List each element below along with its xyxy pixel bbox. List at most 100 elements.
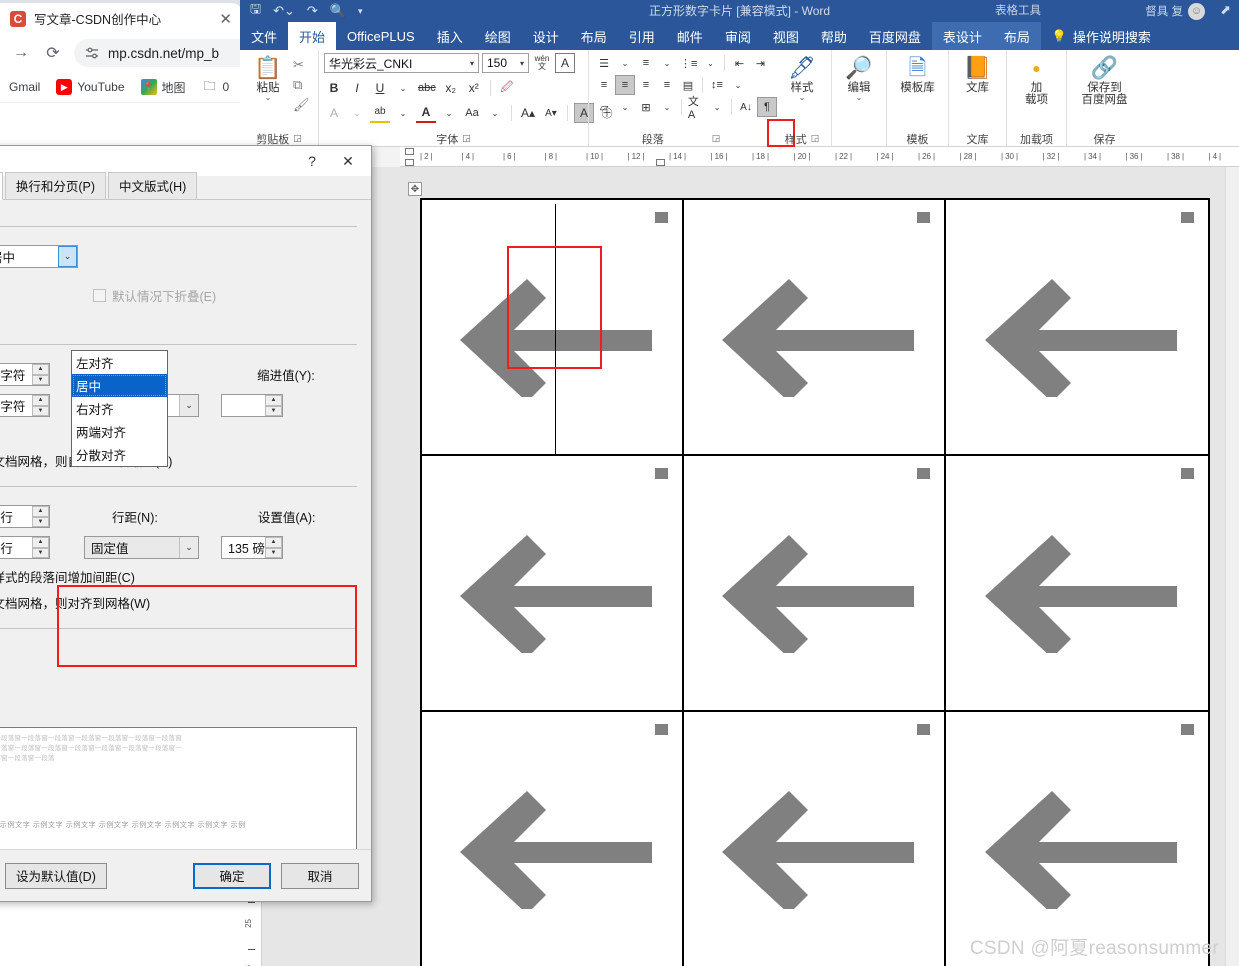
ribbon-tab-baidu-netdisk[interactable]: 百度网盘 (858, 22, 932, 50)
ribbon-tab-references[interactable]: 引用 (618, 22, 666, 50)
table-move-handle[interactable]: ✥ (408, 182, 422, 196)
stepper-down-icon[interactable]: ▼ (32, 547, 49, 558)
chevron-down-icon[interactable]: ▾ (518, 59, 526, 68)
ribbon-tab-insert[interactable]: 插入 (426, 22, 474, 50)
paste-button[interactable]: 📋 粘贴 ⌄ (245, 53, 291, 102)
chevron-down-icon[interactable]: ⌄ (179, 395, 198, 416)
ribbon-tab-officeplus[interactable]: OfficePLUS (336, 22, 426, 50)
first-line-indent-marker[interactable] (405, 148, 414, 155)
paragraph-dialog-launcher[interactable]: ◲ (712, 133, 721, 144)
clipboard-dialog-launcher[interactable]: ◲ (293, 133, 302, 144)
table-cell[interactable] (684, 712, 946, 966)
help-icon[interactable]: ? (295, 148, 329, 174)
align-right-icon[interactable]: ≡ (636, 75, 656, 95)
shading-icon[interactable]: ▱ (594, 97, 614, 117)
collapsed-by-default-checkbox[interactable] (93, 289, 106, 302)
horizontal-ruler[interactable]: | 2 | | 4 | | 6 | | 8 | | 10 | | 12 | | 14 | | 16 | | 18 | | 20 | | 22 |… (400, 147, 1239, 167)
borders-icon[interactable]: ⊞ (636, 97, 656, 117)
tab-asian-typography[interactable]: 中文版式(H) (107, 172, 198, 199)
chevron-down-icon[interactable]: ⌄ (728, 75, 748, 95)
editing-button[interactable]: 🔎 编辑 ⌄ (837, 53, 881, 102)
option-distributed[interactable]: 分散对齐 (72, 443, 167, 466)
account-area[interactable]: 督具 复 ☺ (1145, 0, 1205, 22)
italic-button[interactable]: I (347, 78, 367, 98)
chevron-down-icon[interactable]: ⌄ (700, 53, 720, 73)
ribbon-tab-view[interactable]: 视图 (762, 22, 810, 50)
table-cell[interactable] (422, 200, 684, 456)
stepper-up-icon[interactable]: ▲ (32, 364, 49, 375)
space-after-stepper[interactable]: 0 行 ▲▼ (0, 536, 50, 559)
chevron-down-icon[interactable]: ⌄ (615, 53, 635, 73)
align-left-icon[interactable]: ≡ (594, 75, 614, 95)
addins-button[interactable]: ● 加 载项 (1014, 53, 1060, 106)
bullet-list-icon[interactable]: ☰ (594, 53, 614, 73)
underline-button[interactable]: U (370, 78, 390, 98)
stepper-up-icon[interactable]: ▲ (32, 537, 49, 548)
stepper-down-icon[interactable]: ▼ (32, 516, 49, 527)
tab-line-and-page-breaks[interactable]: 换行和分页(P) (4, 172, 106, 199)
chevron-down-icon[interactable]: ⌄ (347, 103, 367, 123)
font-color-icon[interactable]: A (416, 103, 436, 123)
grow-font-icon[interactable]: A▴ (518, 103, 538, 123)
library-button[interactable]: 📙 文库 (955, 53, 1001, 94)
shrink-font-icon[interactable]: A▾ (541, 103, 561, 123)
forward-icon[interactable]: → (6, 38, 36, 68)
space-before-stepper[interactable]: 0 行 ▲▼ (0, 505, 50, 528)
chevron-down-icon[interactable]: ▾ (468, 59, 476, 68)
clear-formatting-icon[interactable]: 🖉 (497, 78, 517, 98)
bookmark-gmail[interactable]: Gmail (0, 79, 40, 95)
chevron-down-icon[interactable]: ⌄ (439, 103, 459, 123)
chevron-down-icon[interactable]: ⌄ (657, 97, 677, 117)
stepper-up-icon[interactable]: ▲ (265, 537, 282, 548)
tab-indents-and-spacing[interactable]: 进和间距(I) (0, 172, 3, 200)
ribbon-tab-design[interactable]: 设计 (522, 22, 570, 50)
option-align-left[interactable]: 左对齐 (72, 351, 167, 374)
styles-dialog-launcher[interactable]: ◲ (811, 133, 820, 144)
site-settings-icon[interactable] (84, 45, 100, 61)
template-library-button[interactable]: 🗎 模板库 (895, 53, 941, 94)
stepper-up-icon[interactable]: ▲ (32, 395, 49, 406)
table-cell[interactable] (684, 456, 946, 712)
ribbon-tab-file[interactable]: 文件 (240, 22, 288, 50)
table-cell[interactable] (946, 456, 1208, 712)
undo-icon[interactable]: ↶⌄ (273, 3, 295, 19)
highlight-color-icon[interactable]: ab (370, 103, 390, 123)
chevron-down-icon[interactable]: ⌄ (393, 103, 413, 123)
chevron-down-icon[interactable]: ⌄ (265, 94, 272, 102)
option-justify[interactable]: 两端对齐 (72, 420, 167, 443)
bookmark-youtube[interactable]: ▶ YouTube (56, 79, 125, 95)
distribute-icon[interactable]: ▤ (678, 75, 698, 95)
alignment-dropdown-list[interactable]: 左对齐 居中 右对齐 两端对齐 分散对齐 (71, 350, 168, 467)
set-as-default-button[interactable]: 设为默认值(D) (5, 862, 107, 889)
document-page[interactable] (420, 198, 1210, 966)
decrease-indent-icon[interactable]: ⇤ (729, 53, 749, 73)
align-center-icon[interactable]: ≡ (615, 75, 635, 95)
multilevel-list-icon[interactable]: ⋮≡ (678, 53, 699, 73)
phonetic-guide-icon[interactable]: wén 文 (532, 53, 552, 73)
indent-left-stepper[interactable]: 0 字符 ▲▼ (0, 363, 50, 386)
hanging-indent-marker[interactable] (405, 159, 414, 166)
cancel-button[interactable]: 取消 (281, 862, 359, 889)
indent-right-stepper[interactable]: 0 字符 ▲▼ (0, 394, 50, 417)
bold-button[interactable]: B (324, 78, 344, 98)
format-painter-icon[interactable]: 🖌 (293, 96, 310, 113)
spacing-at-stepper[interactable]: 135 磅 ▲ ▼ (221, 536, 283, 559)
ribbon-tab-draw[interactable]: 绘图 (474, 22, 522, 50)
option-align-right[interactable]: 右对齐 (72, 397, 167, 420)
table-cell[interactable] (946, 712, 1208, 966)
font-size-combo[interactable]: 150 ▾ (482, 53, 529, 73)
line-spacing-combo[interactable]: 固定值 ⌄ (84, 536, 199, 559)
change-case-icon[interactable]: Aa (462, 103, 482, 123)
cut-icon[interactable]: ✂ (293, 56, 310, 73)
sort-icon[interactable]: A↓ (736, 97, 756, 117)
stepper-down-icon[interactable]: ▼ (32, 374, 49, 385)
option-center[interactable]: 居中 (72, 374, 167, 397)
stepper-down-icon[interactable]: ▼ (265, 547, 282, 558)
font-name-combo[interactable]: 华光彩云_CNKI ▾ (324, 53, 479, 73)
text-effects-icon[interactable]: A (324, 103, 344, 123)
asian-layout-icon[interactable]: 文A (686, 96, 706, 121)
save-to-baidu-button[interactable]: 🔗 保存到 百度网盘 (1072, 53, 1137, 106)
justify-icon[interactable]: ≡ (657, 75, 677, 95)
save-icon[interactable]: 🖫 (250, 0, 261, 22)
line-spacing-icon[interactable]: ↕≡ (707, 75, 727, 95)
